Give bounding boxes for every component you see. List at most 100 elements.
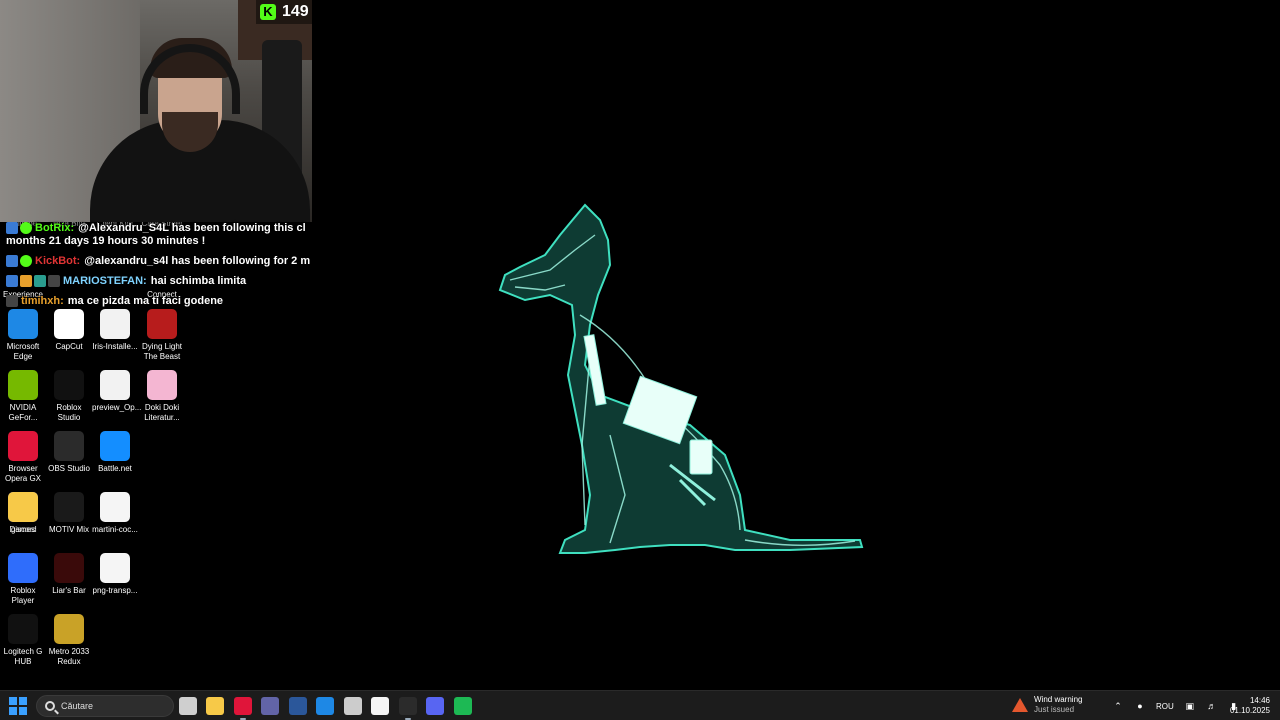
desktop-icon[interactable]: Dying Light The Beast bbox=[139, 309, 185, 362]
chat-username: KickBot: bbox=[35, 255, 81, 267]
volume-icon[interactable]: ♬ bbox=[1206, 701, 1218, 711]
obs-icon[interactable] bbox=[399, 697, 417, 720]
desktop-icon[interactable]: Battle.net bbox=[92, 431, 138, 474]
desktop-icon[interactable]: Doki Doki Literatur... bbox=[139, 370, 185, 423]
search-input[interactable] bbox=[61, 701, 161, 711]
desktop-icon[interactable]: Metro 2033 Redux bbox=[46, 614, 92, 667]
desktop-icon-label: Browser Opera GX bbox=[4, 464, 41, 483]
desktop-icon-label: png-transp... bbox=[92, 586, 138, 595]
desktop-icon[interactable]: png-transp... bbox=[92, 553, 138, 596]
chat-text-continued: months 21 days 19 hours 30 minutes ! bbox=[6, 235, 206, 247]
folder-icon bbox=[8, 492, 38, 522]
image-file-icon bbox=[100, 492, 130, 522]
clock-time: 14:46 bbox=[1249, 696, 1270, 705]
desktop-icon[interactable]: Roblox Player bbox=[0, 553, 46, 606]
weather-subtitle: Just issued bbox=[1034, 705, 1075, 714]
microphone-icon[interactable]: ● bbox=[1134, 701, 1146, 711]
language-indicator[interactable]: ROU bbox=[1156, 702, 1174, 711]
chat-text: @alexandru_s4l has been following for 2 … bbox=[84, 255, 311, 267]
windows-logo-icon bbox=[9, 697, 17, 705]
badge-icon bbox=[48, 275, 60, 288]
image-file-icon bbox=[100, 553, 130, 583]
desktop-icon[interactable]: Browser Opera GX bbox=[0, 431, 46, 484]
desktop-icon-label: CapCut bbox=[55, 342, 83, 351]
weather-widget[interactable]: Wind warning Just issued bbox=[1012, 695, 1082, 715]
viewer-count: 149 bbox=[282, 3, 309, 20]
battlenet-icon bbox=[100, 431, 130, 461]
badge-icon bbox=[6, 295, 18, 308]
desktop-icon[interactable]: MOTIV Mix bbox=[46, 492, 92, 535]
cube-icon[interactable] bbox=[344, 697, 362, 715]
spotify-icon[interactable] bbox=[454, 697, 472, 715]
desktop-icon-label: martini-coc... bbox=[92, 525, 138, 534]
desktop-icon[interactable]: Roblox Studio bbox=[46, 370, 92, 423]
motiv-icon bbox=[54, 492, 84, 522]
desktop-icon[interactable]: NVIDIA GeFor... bbox=[0, 370, 46, 423]
system-tray: ⌃ ● ROU ▣ ♬ ▮ bbox=[1112, 691, 1240, 720]
chat-text: @Alexandru_S4L has been following this c… bbox=[78, 222, 306, 234]
desktop-icon-label: Roblox Player bbox=[10, 586, 36, 605]
chat-message: MARIOSTEFAN: hai schimba limita bbox=[6, 275, 318, 288]
desktop-icon[interactable]: CapCut bbox=[46, 309, 92, 352]
desktop-icon-label: Liar's Bar bbox=[52, 586, 86, 595]
desktop-icon-label: Roblox Studio bbox=[56, 403, 82, 422]
metro-icon bbox=[54, 614, 84, 644]
badge-icon bbox=[6, 222, 18, 235]
chat-message: BotRix: @Alexandru_S4L has been following… bbox=[6, 222, 318, 248]
weather-title: Wind warning bbox=[1034, 695, 1083, 704]
desktop-icon[interactable]: Liar's Bar bbox=[46, 553, 92, 596]
desktop-icon[interactable]: preview_Op... bbox=[92, 370, 142, 413]
store-icon[interactable] bbox=[371, 697, 389, 715]
desktop-icon[interactable]: Logitech G HUB bbox=[0, 614, 46, 667]
desktop-icon-label: Iris-Installe... bbox=[92, 342, 138, 351]
webcam-overlay bbox=[0, 0, 312, 222]
desktop-icon-label: Doki Doki Literatur... bbox=[144, 403, 180, 422]
chevron-up-icon[interactable]: ⌃ bbox=[1112, 701, 1124, 711]
taskbar: Wind warning Just issued ⌃ ● ROU ▣ ♬ ▮ 1… bbox=[0, 690, 1280, 720]
desktop-icon[interactable]: OBS Studio bbox=[46, 431, 92, 474]
kick-logo-icon: K bbox=[260, 4, 276, 20]
sub-badge-icon bbox=[20, 275, 32, 288]
desktop-icon[interactable]: games bbox=[0, 492, 46, 535]
warning-icon bbox=[1012, 698, 1028, 712]
task-view-icon[interactable] bbox=[179, 697, 197, 715]
liars-bar-icon bbox=[54, 553, 84, 583]
logitech-icon bbox=[8, 614, 38, 644]
opera-gx-icon[interactable] bbox=[234, 697, 252, 720]
folder-icon[interactable] bbox=[206, 697, 224, 715]
verified-icon bbox=[20, 222, 32, 235]
desktop-icon-label: MOTIV Mix bbox=[49, 525, 89, 534]
obs-icon bbox=[54, 431, 84, 461]
badge-icon bbox=[34, 275, 46, 288]
desktop-icon-label: Metro 2033 Redux bbox=[48, 647, 90, 666]
chat-username: MARIOSTEFAN: bbox=[63, 275, 147, 287]
desktop: Microsoft Edge CapCut Iris-Installe... Dyin… bbox=[0, 0, 1280, 690]
edge-icon[interactable] bbox=[316, 697, 334, 715]
chat-text: hai schimba limita bbox=[150, 275, 247, 287]
discord-icon[interactable] bbox=[426, 697, 444, 715]
verified-icon bbox=[20, 255, 32, 268]
desktop-icon[interactable]: Microsoft Edge bbox=[0, 309, 46, 362]
search-icon bbox=[45, 701, 55, 711]
desktop-icon-label: Microsoft Edge bbox=[6, 342, 40, 361]
network-icon[interactable]: ▣ bbox=[1184, 701, 1196, 711]
teams-icon[interactable] bbox=[261, 697, 279, 715]
desktop-icon-label: Logitech G HUB bbox=[3, 647, 43, 666]
desktop-icon[interactable]: martini-coc... bbox=[92, 492, 138, 535]
nvidia-icon bbox=[8, 370, 38, 400]
desktop-icon-label: preview_Op... bbox=[92, 403, 142, 412]
badge-icon bbox=[6, 255, 18, 268]
desktop-icon[interactable]: Iris-Installe... bbox=[92, 309, 138, 352]
chat-username: timihxh: bbox=[21, 295, 64, 307]
opera-gx-icon bbox=[8, 431, 38, 461]
chat-username: BotRix: bbox=[35, 222, 75, 234]
desktop-icon-label: NVIDIA GeFor... bbox=[8, 403, 38, 422]
doki-icon bbox=[147, 370, 177, 400]
taskbar-search[interactable] bbox=[36, 695, 174, 717]
desktop-icon-label: Dying Light The Beast bbox=[141, 342, 183, 361]
java-icon bbox=[100, 370, 130, 400]
start-button[interactable] bbox=[9, 697, 27, 715]
desktop-icon-label: games bbox=[10, 525, 35, 534]
clock[interactable]: 14:46 01.10.2025 bbox=[1226, 696, 1270, 716]
word-icon[interactable] bbox=[289, 697, 307, 715]
